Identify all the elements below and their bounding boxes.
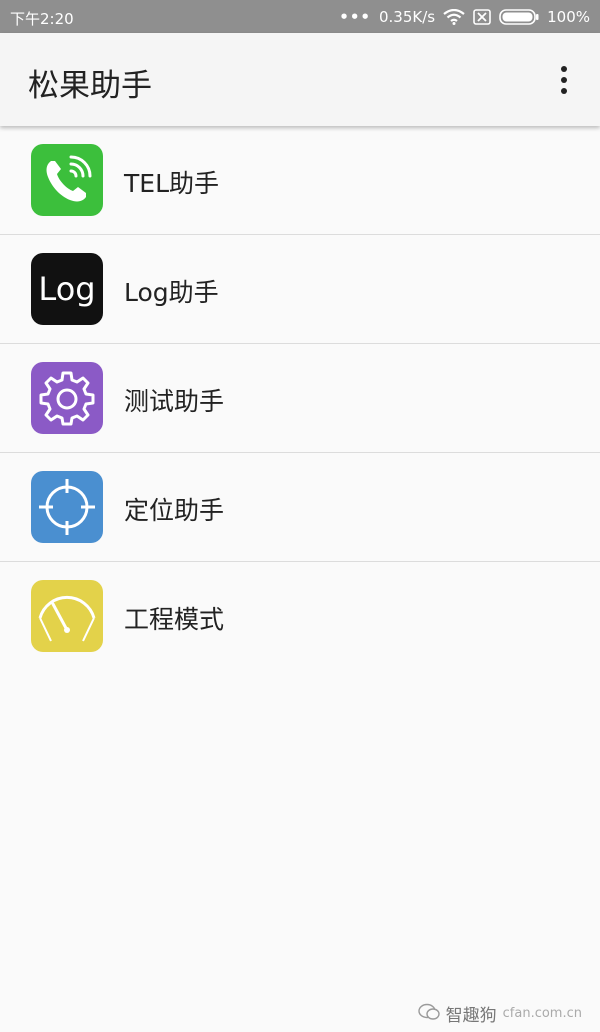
watermark-name: 智趣狗: [445, 1006, 497, 1026]
notification-dots: •••: [339, 8, 371, 26]
battery-percent: 100%: [547, 8, 590, 26]
wifi-icon: [443, 9, 465, 25]
list-item-label: Log助手: [124, 278, 219, 307]
list-item-label: 工程模式: [124, 605, 225, 634]
log-icon: Log: [31, 253, 103, 325]
list-item-test[interactable]: 测试助手: [0, 344, 600, 453]
status-indicators: ••• 0.35K/s 100%: [339, 8, 590, 26]
app-bar: 松果助手: [0, 33, 600, 126]
list-item-label: 测试助手: [124, 387, 225, 416]
list-item-engineering[interactable]: 工程模式: [0, 562, 600, 670]
list-item-tel[interactable]: TEL助手: [0, 126, 600, 235]
no-sim-icon: [473, 9, 491, 25]
battery-icon: [499, 9, 539, 25]
watermark-site: cfan.com.cn: [502, 1006, 582, 1021]
crosshair-icon: [31, 471, 103, 543]
overflow-menu-icon[interactable]: [552, 63, 576, 99]
gear-icon: [31, 362, 103, 434]
phone-icon: [31, 144, 103, 216]
list-item-log[interactable]: Log Log助手: [0, 235, 600, 344]
page-title: 松果助手: [28, 68, 152, 104]
list-item-label: TEL助手: [124, 169, 219, 198]
wechat-icon: [417, 1003, 440, 1025]
svg-text:Log: Log: [38, 270, 95, 308]
assistant-list: TEL助手 Log Log助手 测试助手 定位助手 工程模式: [0, 126, 600, 670]
watermark: 智趣狗 cfan.com.cn: [417, 1001, 582, 1026]
status-bar: 下午2:20 ••• 0.35K/s 100%: [0, 0, 600, 33]
status-time: 下午2:20: [10, 10, 74, 28]
gauge-icon: [31, 580, 103, 652]
network-speed: 0.35K/s: [379, 8, 436, 26]
list-item-label: 定位助手: [124, 496, 225, 525]
list-item-location[interactable]: 定位助手: [0, 453, 600, 562]
